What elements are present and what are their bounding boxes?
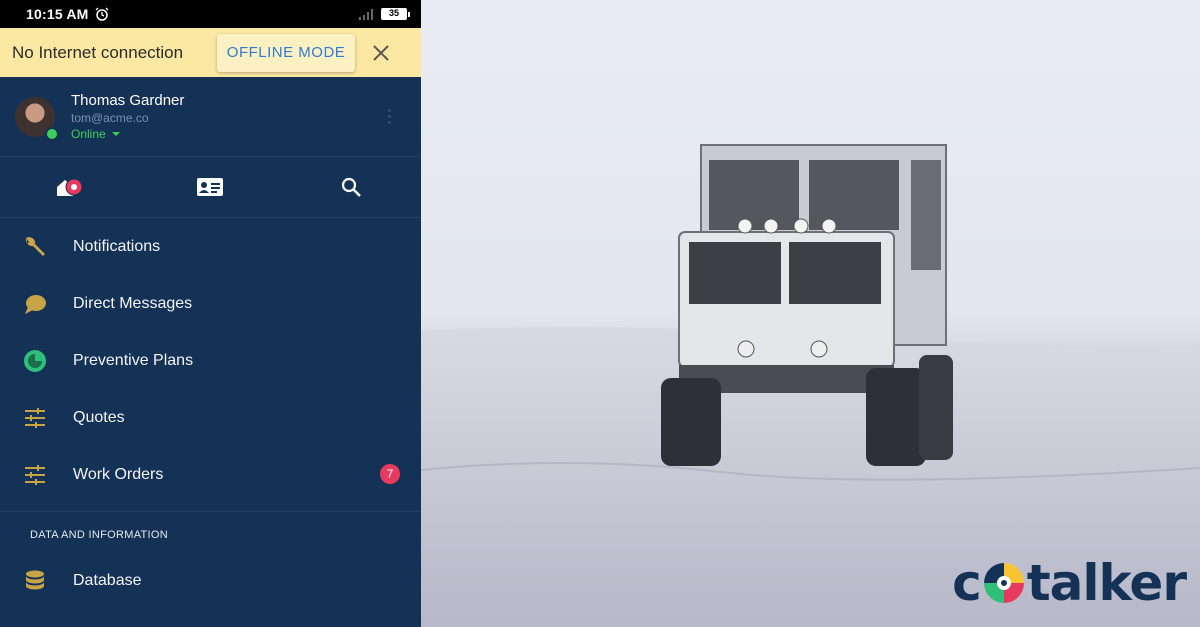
online-indicator [45, 126, 59, 141]
clock-icon [22, 348, 48, 374]
menu-item-notifications[interactable]: Notifications [0, 218, 421, 275]
menu-item-label: Quotes [73, 408, 125, 426]
contacts-tab[interactable] [140, 176, 280, 198]
chat-bubble-icon [22, 291, 48, 317]
notification-badge: 7 [380, 464, 400, 484]
cotalker-logo: c talker [952, 554, 1187, 612]
sliders-icon [22, 462, 48, 488]
caret-down-icon [111, 132, 120, 136]
search-icon [341, 177, 361, 197]
logo-mark-icon [983, 563, 1024, 603]
menu-item-database[interactable]: Database [0, 552, 421, 609]
logo-text-suffix: talker [1026, 554, 1187, 612]
wrench-icon [22, 234, 48, 260]
menu-item-label: Direct Messages [73, 294, 193, 312]
section-title: DATA AND INFORMATION [30, 529, 169, 541]
sliders-icon [22, 405, 48, 431]
offline-message: No Internet connection [12, 42, 184, 62]
hero-photo: c talker [421, 0, 1200, 627]
status-time: 10:15 AM [26, 6, 89, 22]
profile-name: Thomas Gardner [71, 92, 185, 109]
glacier-truck-image [421, 144, 1200, 627]
menu-item-direct-messages[interactable]: Direct Messages [0, 275, 421, 332]
home-tab[interactable] [0, 176, 140, 198]
menu-item-label: Work Orders [73, 465, 164, 483]
menu-item-preventive-plans[interactable]: Preventive Plans [0, 332, 421, 389]
logo-text-prefix: c [952, 554, 982, 612]
battery-icon: 35 [381, 8, 410, 20]
offline-mode-button[interactable]: OFFLINE MODE [217, 33, 356, 72]
menu-item-label: Database [73, 571, 142, 589]
database-icon [22, 568, 48, 594]
status-bar: 10:15 AM 35 [0, 0, 421, 28]
menu-item-quotes[interactable]: Quotes [0, 389, 421, 446]
close-icon[interactable] [371, 43, 391, 63]
home-icon [57, 178, 83, 196]
contact-card-icon [197, 178, 224, 196]
mobile-app-panel: 10:15 AM 35 No Internet connection OFFLI… [0, 0, 421, 627]
avatar[interactable] [15, 96, 59, 141]
more-options-icon[interactable] [388, 109, 391, 124]
quick-nav [0, 157, 421, 218]
user-profile[interactable]: Thomas Gardner tom@acme.co Online [0, 77, 421, 157]
menu-item-label: Preventive Plans [73, 351, 194, 369]
offline-banner: No Internet connection OFFLINE MODE [0, 28, 421, 77]
profile-email: tom@acme.co [71, 111, 149, 125]
status-dropdown[interactable]: Online [71, 127, 184, 141]
search-tab[interactable] [281, 176, 421, 198]
menu-item-work-orders[interactable]: Work Orders 7 [0, 446, 421, 503]
signal-icon [359, 9, 373, 20]
menu-item-label: Notifications [73, 237, 161, 255]
alarm-icon [95, 7, 109, 21]
status-label: Online [71, 127, 106, 141]
